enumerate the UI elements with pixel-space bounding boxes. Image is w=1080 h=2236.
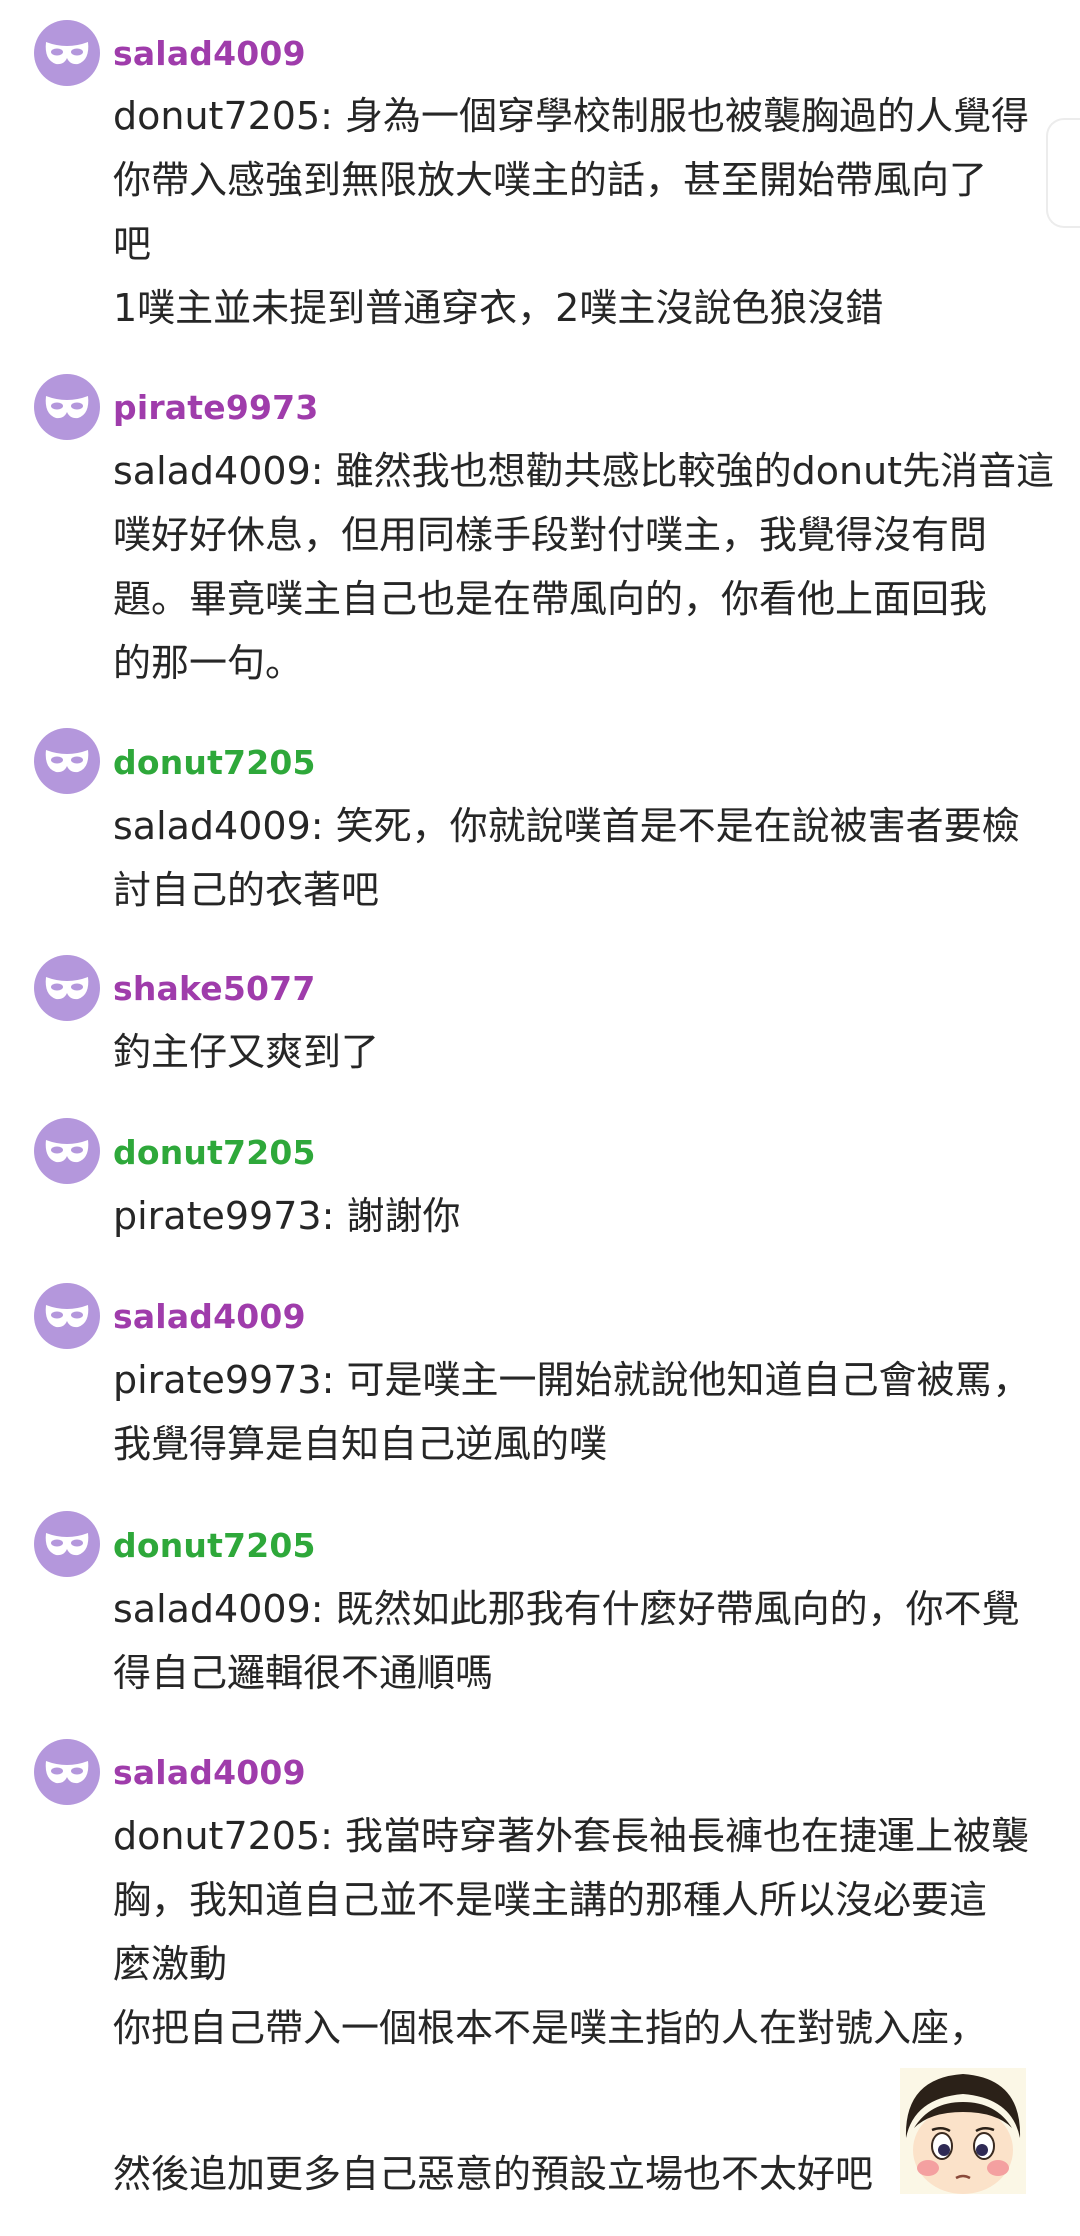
reply-line: 釣主仔又爽到了 [113, 1030, 380, 1074]
anonymous-avatar[interactable] [34, 1118, 100, 1184]
reply-text: salad4009: 既然如此那我有什麼好帶風向的，你不覺 得自己邏輯很不通順嗎 [113, 1577, 1043, 1705]
anonymous-avatar[interactable] [34, 374, 100, 440]
anonymous-avatar[interactable] [34, 955, 100, 1021]
reply-line: 胸，我知道自己並不是噗主講的那種人所以沒必要這 [113, 1878, 988, 1922]
anonymous-avatar[interactable] [34, 728, 100, 794]
username[interactable]: donut7205 [113, 743, 316, 783]
username[interactable]: salad4009 [113, 34, 306, 74]
reply-line: 題。畢竟噗主自己也是在帶風向的，你看他上面回我 [113, 577, 988, 621]
username[interactable]: donut7205 [113, 1133, 316, 1173]
anonymous-mask-icon [45, 1533, 89, 1556]
reply-line: salad4009: 雖然我也想勸共感比較強的donut先消音這 [113, 449, 1055, 493]
reply-line: salad4009: 笑死，你就說噗首是不是在說被害者要檢 [113, 804, 1020, 848]
anonymous-mask-icon [45, 1305, 89, 1328]
floating-button-edge[interactable] [1046, 118, 1080, 228]
reply-line: 討自己的衣著吧 [113, 868, 380, 912]
reply-line: 的那一句。 [113, 641, 304, 685]
username[interactable]: pirate9973 [113, 388, 318, 428]
anonymous-mask-icon [45, 396, 89, 419]
reply-text: pirate9973: 可是噗主一開始就說他知道自己會被罵， 我覺得算是自知自己… [113, 1348, 1043, 1476]
reply-line: 你帶入感強到無限放大噗主的話，甚至開始帶風向了 [113, 158, 988, 202]
reply-text: salad4009: 雖然我也想勸共感比較強的donut先消音這 噗好好休息，但… [113, 439, 1055, 695]
reply-line: 你把自己帶入一個根本不是噗主指的人在對號入座， [113, 2006, 988, 2050]
reply-text: donut7205: 身為一個穿學校制服也被襲胸過的人覺得 你帶入感強到無限放大… [113, 84, 1043, 340]
username[interactable]: salad4009 [113, 1297, 306, 1337]
reply-line: donut7205: 我當時穿著外套長袖長褲也在捷運上被襲 [113, 1814, 1030, 1858]
reply-line: pirate9973: 謝謝你 [113, 1194, 461, 1238]
reply-text: 釣主仔又爽到了 [113, 1020, 1043, 1084]
reply-line: 噗好好休息，但用同樣手段對付噗主，我覺得沒有問 [113, 513, 988, 557]
reply-line: 吧 [113, 222, 152, 266]
reply-line: 得自己邏輯很不通順嗎 [113, 1651, 494, 1695]
cartoon-girl-sticker [900, 2068, 1026, 2194]
username[interactable]: salad4009 [113, 1753, 306, 1793]
reply-line: salad4009: 既然如此那我有什麼好帶風向的，你不覺 [113, 1587, 1020, 1631]
anonymous-mask-icon [45, 977, 89, 1000]
reply-text: pirate9973: 謝謝你 [113, 1184, 1043, 1248]
anonymous-avatar[interactable] [34, 1511, 100, 1577]
reply-line: pirate9973: 可是噗主一開始就說他知道自己會被罵， [113, 1358, 1031, 1402]
anonymous-mask-icon [45, 1140, 89, 1163]
sticker-image [900, 2068, 1026, 2194]
reply-text: salad4009: 笑死，你就說噗首是不是在說被害者要檢 討自己的衣著吧 [113, 794, 1043, 922]
username[interactable]: shake5077 [113, 969, 316, 1009]
anonymous-avatar[interactable] [34, 1739, 100, 1805]
reply-line: 麼激動 [113, 1942, 228, 1986]
reply-line: 我覺得算是自知自己逆風的噗 [113, 1422, 608, 1466]
username[interactable]: donut7205 [113, 1526, 316, 1566]
anonymous-avatar[interactable] [34, 20, 100, 86]
anonymous-mask-icon [45, 42, 89, 65]
anonymous-avatar[interactable] [34, 1283, 100, 1349]
reply-line: 1噗主並未提到普通穿衣，2噗主沒說色狼沒錯 [113, 286, 884, 330]
reply-line: donut7205: 身為一個穿學校制服也被襲胸過的人覺得 [113, 94, 1030, 138]
anonymous-mask-icon [45, 1761, 89, 1784]
anonymous-mask-icon [45, 750, 89, 773]
